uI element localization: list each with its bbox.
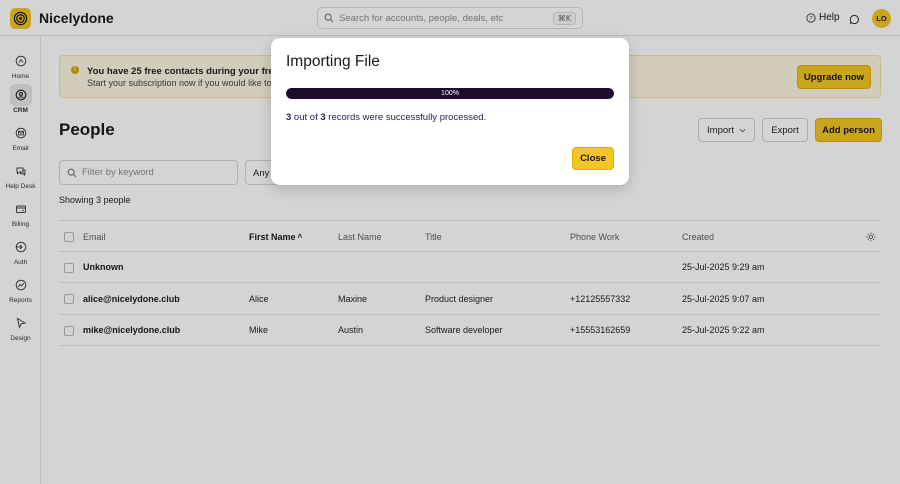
- message-mid: out of: [291, 112, 321, 123]
- import-result-message: 3 out of 3 records were successfully pro…: [286, 112, 486, 123]
- message-tail: records were successfully processed.: [325, 112, 487, 123]
- import-progress-bar: 100%: [286, 88, 614, 99]
- import-file-dialog: Importing File 100% 3 out of 3 records w…: [271, 38, 629, 185]
- close-button[interactable]: Close: [572, 147, 614, 170]
- progress-percent: 100%: [441, 90, 459, 97]
- dialog-title: Importing File: [286, 53, 380, 70]
